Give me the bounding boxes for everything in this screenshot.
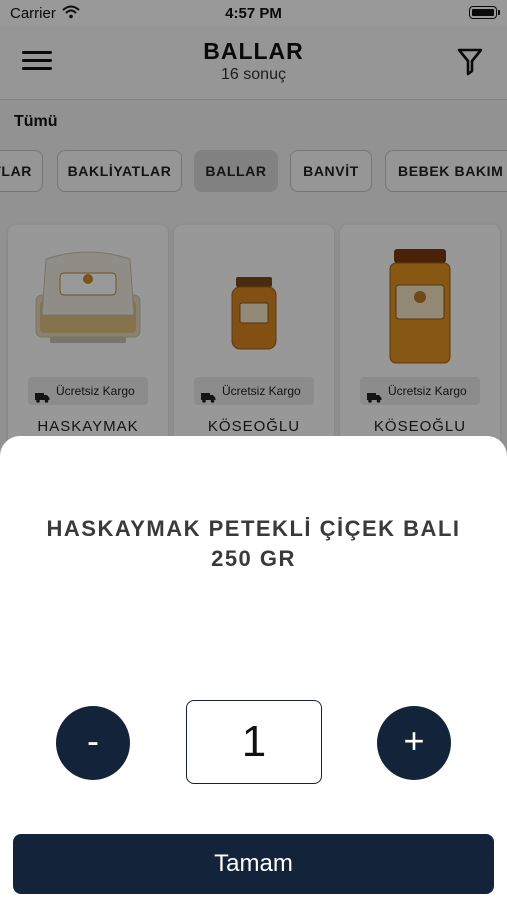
decrement-button[interactable]: - [56,706,130,780]
product-name-line-1: HASKAYMAK PETEKLİ ÇİÇEK BALI [46,516,461,541]
increment-button[interactable]: + [377,706,451,780]
product-name-line-2: 250 GR [211,546,296,571]
quantity-bottom-sheet: HASKAYMAK PETEKLİ ÇİÇEK BALI 250 GR - + … [0,436,507,900]
confirm-button[interactable]: Tamam [13,834,494,894]
quantity-input[interactable] [186,700,322,784]
sheet-product-name: HASKAYMAK PETEKLİ ÇİÇEK BALI 250 GR [20,514,487,574]
